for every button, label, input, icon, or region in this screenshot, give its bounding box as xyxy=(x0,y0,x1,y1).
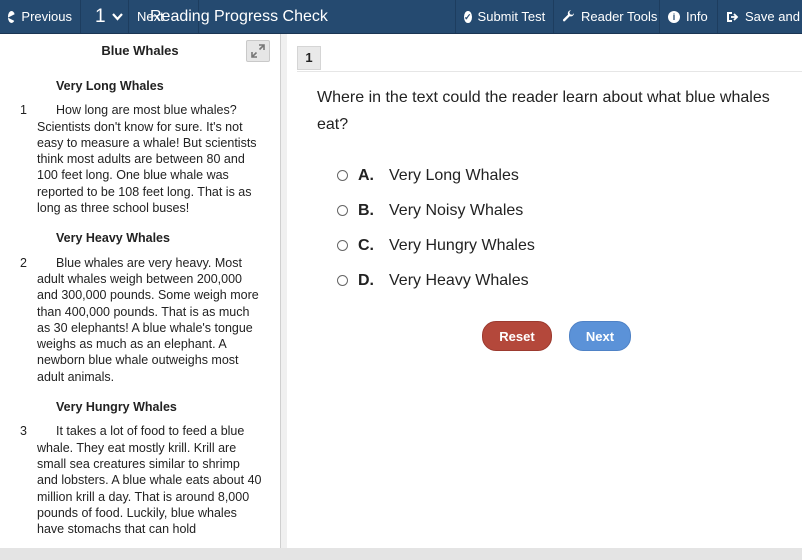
passage-body: Very Long Whales 1 How long are most blu… xyxy=(0,78,262,551)
option-d[interactable]: D. Very Heavy Whales xyxy=(337,263,757,298)
radio-button[interactable] xyxy=(337,170,348,181)
section-heading: Very Hungry Whales xyxy=(56,400,177,415)
question-number-dropdown[interactable]: 1 xyxy=(81,0,129,33)
app-title: Reading Progress Check xyxy=(150,8,328,25)
passage-panel[interactable]: Blue Whales Very Long Whales 1 How long … xyxy=(0,34,281,560)
expand-icon xyxy=(251,44,265,58)
option-text: Very Heavy Whales xyxy=(389,271,529,289)
next-question-button[interactable]: Next xyxy=(569,321,631,351)
option-letter: A. xyxy=(358,166,374,184)
option-c[interactable]: C. Very Hungry Whales xyxy=(337,228,757,263)
reset-button[interactable]: Reset xyxy=(482,321,552,351)
sign-out-icon xyxy=(726,11,739,23)
wrench-icon xyxy=(562,10,575,23)
question-number: 1 xyxy=(95,5,106,27)
option-b[interactable]: B. Very Noisy Whales xyxy=(337,193,757,228)
option-a[interactable]: A. Very Long Whales xyxy=(337,158,757,193)
section-heading: Very Heavy Whales xyxy=(56,231,170,246)
option-text: Very Hungry Whales xyxy=(389,236,535,254)
divider xyxy=(297,71,802,72)
arrow-left-icon: ◀ xyxy=(8,10,16,23)
option-letter: B. xyxy=(358,201,374,219)
paragraph-number: 3 xyxy=(20,424,27,439)
radio-button[interactable] xyxy=(337,205,348,216)
info-icon: i xyxy=(668,10,680,23)
paragraph-text: It takes a lot of food to feed a blue wh… xyxy=(37,424,262,537)
save-and-exit-button[interactable]: Save and E xyxy=(718,0,802,33)
expand-button[interactable] xyxy=(246,40,270,62)
check-circle-icon: ✓ xyxy=(464,10,472,23)
option-text: Very Noisy Whales xyxy=(389,201,524,219)
paragraph-text: How long are most blue whales? Scientist… xyxy=(37,103,257,216)
section-heading: Very Long Whales xyxy=(56,79,164,93)
previous-label: Previous xyxy=(21,9,72,24)
option-text: Very Long Whales xyxy=(389,166,519,184)
answer-options: A. Very Long Whales B. Very Noisy Whales… xyxy=(337,158,757,298)
info-button[interactable]: i Info xyxy=(660,0,718,33)
submit-test-button[interactable]: ✓ Submit Test xyxy=(455,0,554,33)
save-label: Save and E xyxy=(745,9,802,24)
submit-label: Submit Test xyxy=(477,9,546,24)
option-letter: D. xyxy=(358,271,374,289)
reader-tools-button[interactable]: Reader Tools xyxy=(554,0,660,33)
paragraph: 2 Blue whales are very heavy. Most adult… xyxy=(0,255,262,385)
radio-button[interactable] xyxy=(337,240,348,251)
paragraph-number: 2 xyxy=(20,255,27,270)
chevron-down-icon xyxy=(111,12,123,21)
question-number-badge: 1 xyxy=(297,46,321,70)
passage-title: Blue Whales xyxy=(101,43,179,58)
top-toolbar: ◀ Previous 1 Next Reading Progress Check… xyxy=(0,0,802,34)
previous-button[interactable]: ◀ Previous xyxy=(0,0,81,33)
option-letter: C. xyxy=(358,236,374,254)
bottom-strip xyxy=(0,548,802,560)
question-panel: 1 Where in the text could the reader lea… xyxy=(287,34,802,548)
paragraph: 3 It takes a lot of food to feed a blue … xyxy=(0,423,262,537)
paragraph-number: 1 xyxy=(20,103,27,118)
question-actions: Reset Next xyxy=(482,321,642,351)
paragraph: 1 How long are most blue whales? Scienti… xyxy=(0,102,262,216)
question-stem: Where in the text could the reader learn… xyxy=(317,89,770,133)
paragraph-text: Blue whales are very heavy. Most adult w… xyxy=(37,255,259,384)
info-label: Info xyxy=(686,9,708,24)
reader-tools-label: Reader Tools xyxy=(581,9,658,24)
radio-button[interactable] xyxy=(337,275,348,286)
